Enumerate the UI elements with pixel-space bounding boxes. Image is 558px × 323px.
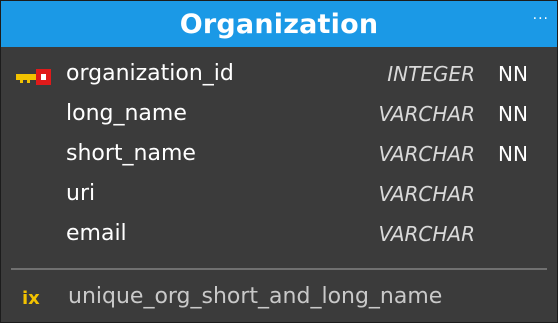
column-row[interactable]: uri VARCHAR — [1, 177, 557, 217]
table-title: Organization — [179, 8, 379, 40]
column-type: INTEGER — [387, 62, 475, 86]
index-name: unique_org_short_and_long_name — [68, 284, 443, 309]
column-not-null: NN — [498, 102, 528, 126]
column-type: VARCHAR — [378, 142, 475, 166]
column-name: organization_id — [66, 61, 234, 86]
column-list: organization_id INTEGER NN long_name VAR… — [1, 57, 557, 257]
column-type: VARCHAR — [378, 182, 475, 206]
entity-table-organization[interactable]: Organization ··· organization_id INTEGER… — [0, 0, 558, 323]
table-header[interactable]: Organization ··· — [1, 1, 557, 47]
column-name: short_name — [66, 141, 196, 166]
primary-key-icon — [16, 69, 51, 85]
column-row[interactable]: long_name VARCHAR NN — [1, 97, 557, 137]
ellipsis-icon[interactable]: ··· — [533, 11, 549, 27]
column-row[interactable]: email VARCHAR — [1, 217, 557, 257]
column-row[interactable]: short_name VARCHAR NN — [1, 137, 557, 177]
column-name: uri — [66, 181, 96, 206]
index-row[interactable]: ix unique_org_short_and_long_name — [1, 282, 557, 316]
column-not-null: NN — [498, 62, 528, 86]
column-name: long_name — [66, 101, 187, 126]
section-divider — [11, 268, 547, 270]
index-icon: ix — [22, 288, 40, 309]
column-type: VARCHAR — [378, 222, 475, 246]
column-type: VARCHAR — [378, 102, 475, 126]
column-row[interactable]: organization_id INTEGER NN — [1, 57, 557, 97]
column-name: email — [66, 221, 127, 246]
column-not-null: NN — [498, 142, 528, 166]
